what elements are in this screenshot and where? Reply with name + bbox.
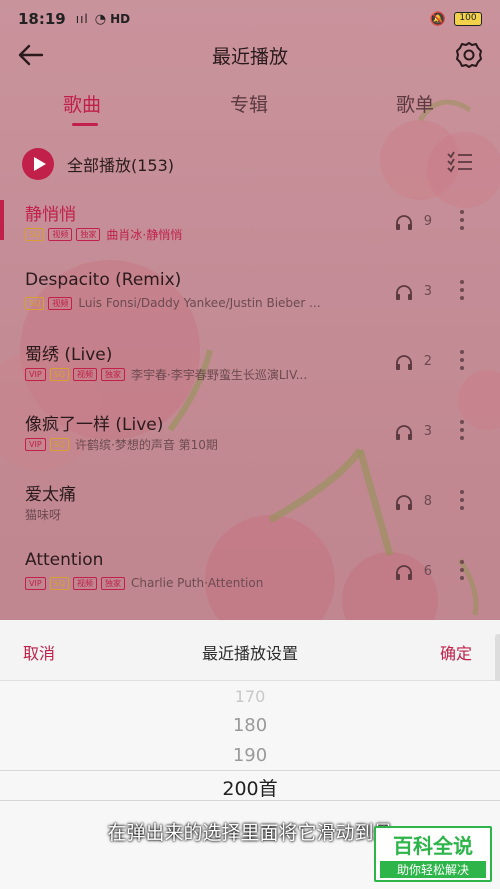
play-count: 2 bbox=[423, 354, 432, 369]
exclusive-badge: 独家 bbox=[101, 368, 126, 381]
song-artist: 曲肖冰·静悄悄 bbox=[106, 228, 183, 242]
song-row[interactable]: 蜀绣 (Live) VIP SQ 视频 独家 李宇春·李宇春野蛮生长巡演LIV.… bbox=[0, 334, 500, 400]
more-vertical-icon[interactable] bbox=[458, 346, 466, 376]
song-artist: 李宇春·李宇春野蛮生长巡演LIV... bbox=[131, 368, 308, 382]
play-count: 3 bbox=[423, 424, 432, 439]
headphone-icon bbox=[396, 425, 412, 440]
sq-badge: SQ bbox=[49, 438, 70, 451]
song-meta: 猫味呀 bbox=[25, 506, 61, 523]
confirm-button[interactable]: 确定 bbox=[440, 640, 472, 664]
network-type: HD bbox=[110, 12, 131, 26]
edge-handle[interactable] bbox=[495, 634, 500, 684]
song-title: 爱太痛 bbox=[25, 485, 76, 505]
exclusive-badge: 独家 bbox=[101, 576, 126, 590]
video-badge: 视频 bbox=[73, 368, 98, 381]
song-artist: 许鹤缤·梦想的声音 第10期 bbox=[75, 438, 218, 452]
song-title: 静悄悄 bbox=[25, 205, 76, 225]
song-artist: 猫味呀 bbox=[25, 508, 62, 522]
picker-divider bbox=[0, 770, 500, 771]
more-vertical-icon[interactable] bbox=[458, 276, 466, 306]
top-bar: 最近播放 bbox=[0, 34, 500, 74]
settings-sheet-header: 取消 最近播放设置 确定 bbox=[0, 620, 500, 681]
song-meta: SQ 视频 独家 曲肖冰·静悄悄 bbox=[25, 226, 182, 243]
sort-list-icon[interactable] bbox=[446, 150, 474, 174]
picker-divider bbox=[0, 800, 500, 801]
headphone-icon bbox=[396, 355, 412, 370]
song-row[interactable]: 像疯了一样 (Live) VIP SQ 许鹤缤·梦想的声音 第10期 3 bbox=[0, 404, 500, 470]
wifi-icon: ◔ bbox=[94, 11, 107, 27]
song-meta: VIP SQ 视频 独家 李宇春·李宇春野蛮生长巡演LIV... bbox=[25, 366, 307, 383]
headphone-icon bbox=[396, 215, 412, 230]
play-all-row[interactable]: 全部播放(153) bbox=[0, 140, 500, 184]
song-title: Despacito (Remix) bbox=[25, 270, 182, 290]
play-count: 3 bbox=[423, 284, 432, 299]
play-circle-icon[interactable] bbox=[22, 148, 54, 180]
play-all-label: 全部播放(153) bbox=[67, 156, 175, 175]
gear-icon[interactable] bbox=[454, 40, 484, 70]
song-title: 像疯了一样 (Live) bbox=[25, 415, 164, 435]
now-playing-indicator bbox=[0, 200, 4, 240]
exclusive-badge: 独家 bbox=[76, 228, 101, 241]
page-title: 最近播放 bbox=[211, 46, 288, 68]
picker-option[interactable]: 180 bbox=[0, 715, 500, 736]
tab-playlists[interactable]: 歌单 bbox=[396, 90, 434, 117]
song-row[interactable]: 爱太痛 猫味呀 8 bbox=[0, 474, 500, 540]
play-count: 8 bbox=[423, 494, 432, 509]
song-row[interactable]: 静悄悄 SQ 视频 独家 曲肖冰·静悄悄 9 bbox=[0, 194, 500, 260]
watermark-sub: 助你轻松解决 bbox=[380, 861, 486, 878]
signal-icon: ııl bbox=[75, 12, 89, 26]
song-row[interactable]: Attention VIP SQ 视频 独家 Charlie Puth·Atte… bbox=[0, 544, 500, 610]
more-vertical-icon[interactable] bbox=[458, 416, 466, 446]
song-row[interactable]: Despacito (Remix) SQ 视频 Luis Fonsi/Daddy… bbox=[0, 264, 500, 330]
mute-icon: 🔕 bbox=[429, 11, 446, 27]
video-badge: 视频 bbox=[48, 296, 73, 310]
video-badge: 视频 bbox=[48, 228, 73, 241]
play-count: 9 bbox=[423, 214, 432, 229]
tab-songs[interactable]: 歌曲 bbox=[63, 90, 101, 117]
song-meta: SQ 视频 Luis Fonsi/Daddy Yankee/Justin Bie… bbox=[25, 296, 321, 310]
sheet-title: 最近播放设置 bbox=[201, 644, 298, 663]
vip-badge: VIP bbox=[25, 576, 46, 590]
song-title: 蜀绣 (Live) bbox=[25, 345, 113, 365]
song-title: Attention bbox=[25, 550, 104, 570]
song-meta: VIP SQ 视频 独家 Charlie Puth·Attention bbox=[25, 576, 263, 590]
tab-underline bbox=[72, 123, 98, 126]
more-vertical-icon[interactable] bbox=[458, 206, 466, 236]
status-time: 18:19 bbox=[18, 10, 66, 28]
headphone-icon bbox=[396, 495, 412, 510]
video-badge: 视频 bbox=[73, 576, 98, 590]
song-meta: VIP SQ 许鹤缤·梦想的声音 第10期 bbox=[25, 436, 218, 453]
sq-badge: SQ bbox=[49, 368, 70, 381]
picker-option[interactable]: 170 bbox=[0, 687, 500, 706]
vip-badge: VIP bbox=[25, 368, 46, 381]
vip-badge: VIP bbox=[25, 438, 46, 451]
watermark-logo: 百科全说 助你轻松解决 bbox=[374, 826, 492, 882]
sq-badge: SQ bbox=[25, 296, 45, 310]
more-vertical-icon[interactable] bbox=[458, 556, 466, 586]
more-vertical-icon[interactable] bbox=[458, 486, 466, 516]
tab-bar: 歌曲 专辑 歌单 bbox=[0, 84, 500, 128]
headphone-icon bbox=[396, 285, 412, 300]
sq-badge: SQ bbox=[25, 228, 45, 241]
battery-icon: 100 bbox=[454, 12, 482, 26]
song-artist: Luis Fonsi/Daddy Yankee/Justin Bieber ..… bbox=[78, 296, 321, 310]
picker-option-selected[interactable]: 200首 bbox=[0, 774, 500, 801]
sq-badge: SQ bbox=[49, 576, 70, 590]
picker-option[interactable]: 190 bbox=[0, 745, 500, 766]
song-artist: Charlie Puth·Attention bbox=[131, 576, 264, 590]
headphone-icon bbox=[396, 565, 412, 580]
status-bar: 18:19 ııl ◔ HD 🔕 100 bbox=[0, 0, 500, 38]
tab-albums[interactable]: 专辑 bbox=[230, 90, 268, 117]
watermark-main: 百科全说 bbox=[393, 834, 473, 858]
play-count: 6 bbox=[423, 564, 432, 579]
